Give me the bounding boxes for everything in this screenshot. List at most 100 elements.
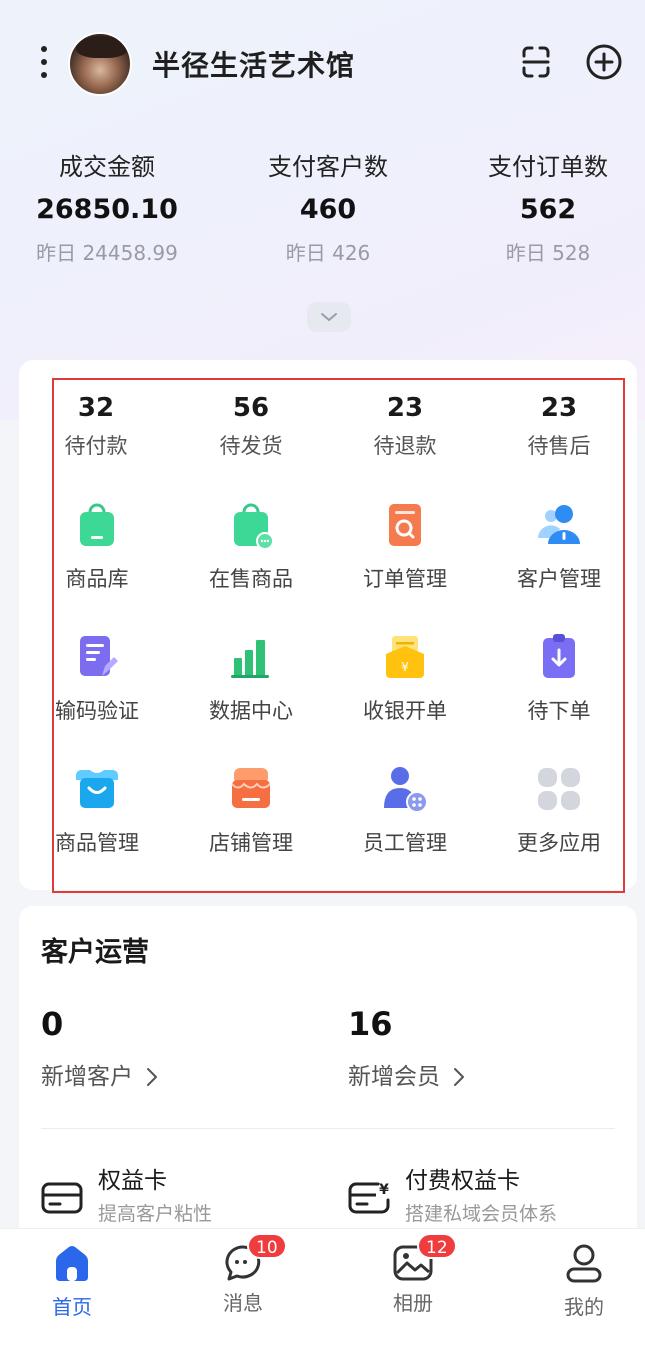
app-label: 在售商品 bbox=[209, 567, 293, 591]
stat-value: 26850.10 bbox=[36, 194, 178, 225]
cashier-wallet-icon: ¥ bbox=[386, 636, 424, 678]
stat-paid-orders[interactable]: 支付订单数 562 昨日 528 bbox=[448, 150, 645, 268]
home-icon bbox=[56, 1246, 88, 1281]
stat-value: 460 bbox=[299, 194, 357, 225]
new-customers-label: 新增客户 bbox=[41, 1064, 133, 1090]
app-product-management[interactable]: 商品管理 bbox=[22, 764, 172, 858]
svg-text:¥: ¥ bbox=[379, 1182, 389, 1198]
todo-pending-payment[interactable]: 32 待付款 bbox=[26, 390, 166, 462]
album-badge: 12 bbox=[417, 1233, 457, 1259]
app-label: 店铺管理 bbox=[209, 831, 293, 855]
plus-circle-icon[interactable] bbox=[584, 42, 624, 82]
more-apps-icon bbox=[538, 768, 580, 810]
feature-subtitle: 搭建私域会员体系 bbox=[405, 1203, 558, 1225]
stat-yesterday: 昨日 426 bbox=[285, 241, 371, 265]
tab-messages[interactable]: 10 消息 bbox=[193, 1233, 293, 1317]
new-customers-stat[interactable]: 0 新增客户 bbox=[41, 1004, 301, 1094]
stat-transaction-amount[interactable]: 成交金额 26850.10 昨日 24458.99 bbox=[7, 150, 207, 268]
tab-home[interactable]: 首页 bbox=[22, 1241, 122, 1321]
app-label: 更多应用 bbox=[517, 831, 601, 855]
message-badge: 10 bbox=[247, 1233, 287, 1259]
app-order-management[interactable]: 订单管理 bbox=[330, 500, 480, 594]
app-pending-order[interactable]: 待下单 bbox=[484, 632, 634, 726]
new-customers-value: 0 bbox=[41, 1005, 64, 1043]
bar-chart-icon bbox=[231, 640, 269, 678]
app-on-sale[interactable]: 在售商品 bbox=[176, 500, 326, 594]
divider bbox=[41, 1128, 615, 1129]
stat-label: 成交金额 bbox=[59, 153, 155, 181]
sales-stats: 成交金额 26850.10 昨日 24458.99 支付客户数 460 昨日 4… bbox=[0, 150, 645, 280]
message-icon-wrap: 10 bbox=[221, 1233, 287, 1285]
clipboard-download-icon bbox=[543, 634, 575, 678]
expand-stats-button[interactable] bbox=[307, 302, 351, 332]
code-verify-icon bbox=[80, 636, 118, 676]
bottom-tab-bar: 首页 10 消息 12 相册 我的 bbox=[0, 1228, 645, 1347]
top-header: 半径生活艺术馆 bbox=[0, 28, 645, 98]
card-icon bbox=[41, 1182, 83, 1214]
album-icon-wrap: 12 bbox=[391, 1233, 457, 1285]
feature-title: 付费权益卡 bbox=[405, 1168, 520, 1194]
new-members-stat[interactable]: 16 新增会员 bbox=[348, 1004, 608, 1094]
todo-label: 待退款 bbox=[373, 434, 437, 458]
app-staff-management[interactable]: 员工管理 bbox=[330, 764, 480, 858]
new-members-link[interactable]: 新增会员 bbox=[348, 1060, 608, 1094]
shopping-bag-icon bbox=[80, 503, 114, 546]
tab-profile[interactable]: 我的 bbox=[534, 1241, 634, 1321]
stat-label: 支付客户数 bbox=[268, 153, 388, 181]
app-label: 商品库 bbox=[65, 567, 129, 591]
stat-value: 562 bbox=[519, 194, 577, 225]
svg-text:¥: ¥ bbox=[401, 660, 409, 674]
todo-pending-shipment[interactable]: 56 待发货 bbox=[181, 390, 321, 462]
store-avatar[interactable] bbox=[68, 32, 132, 96]
stat-label: 支付订单数 bbox=[488, 153, 608, 181]
todo-pending-aftersale[interactable]: 23 待售后 bbox=[489, 390, 629, 462]
app-product-library[interactable]: 商品库 bbox=[22, 500, 172, 594]
app-store-management[interactable]: 店铺管理 bbox=[176, 764, 326, 858]
tab-label: 我的 bbox=[564, 1295, 604, 1319]
new-customers-link[interactable]: 新增客户 bbox=[41, 1060, 301, 1094]
staff-icon bbox=[384, 767, 428, 813]
more-vertical-icon[interactable] bbox=[36, 44, 52, 80]
stat-yesterday: 昨日 24458.99 bbox=[36, 241, 178, 265]
tab-label: 消息 bbox=[223, 1291, 263, 1315]
tab-album[interactable]: 12 相册 bbox=[363, 1233, 463, 1317]
todo-label: 待售后 bbox=[527, 434, 591, 458]
todo-label: 待发货 bbox=[219, 434, 283, 458]
app-label: 订单管理 bbox=[363, 567, 447, 591]
app-label: 收银开单 bbox=[363, 699, 447, 723]
feature-benefit-card[interactable]: 权益卡 提高客户粘性 bbox=[41, 1164, 321, 1234]
feature-paid-benefit-card[interactable]: ¥ 付费权益卡 搭建私域会员体系 bbox=[348, 1164, 628, 1234]
app-cashier[interactable]: ¥ 收银开单 bbox=[330, 632, 480, 726]
chevron-down-icon bbox=[321, 313, 337, 321]
app-code-verification[interactable]: 输码验证 bbox=[22, 632, 172, 726]
todo-count: 23 bbox=[386, 393, 424, 423]
storefront-icon bbox=[231, 768, 271, 808]
todo-count: 32 bbox=[77, 393, 115, 423]
stat-paying-customers[interactable]: 支付客户数 460 昨日 426 bbox=[228, 150, 428, 268]
todo-pending-refund[interactable]: 23 待退款 bbox=[335, 390, 475, 462]
todo-label: 待付款 bbox=[64, 434, 128, 458]
feature-title: 权益卡 bbox=[98, 1168, 167, 1194]
chevron-right-icon bbox=[454, 1068, 464, 1086]
customers-icon bbox=[538, 505, 580, 544]
app-label: 客户管理 bbox=[517, 567, 601, 591]
chevron-right-icon bbox=[147, 1068, 157, 1086]
app-label: 员工管理 bbox=[363, 831, 447, 855]
todo-count: 23 bbox=[540, 393, 578, 423]
bag-on-sale-icon bbox=[234, 503, 274, 550]
feature-subtitle: 提高客户粘性 bbox=[98, 1203, 213, 1225]
app-data-center[interactable]: 数据中心 bbox=[176, 632, 326, 726]
app-label: 商品管理 bbox=[55, 831, 139, 855]
paid-card-icon: ¥ bbox=[348, 1182, 390, 1214]
tab-label: 首页 bbox=[52, 1295, 92, 1319]
basket-icon bbox=[76, 770, 118, 808]
app-label: 待下单 bbox=[527, 699, 591, 723]
todo-count: 56 bbox=[232, 393, 270, 423]
app-more-apps[interactable]: 更多应用 bbox=[484, 764, 634, 858]
profile-icon bbox=[566, 1244, 602, 1283]
store-name[interactable]: 半径生活艺术馆 bbox=[152, 44, 355, 84]
section-title: 客户运营 bbox=[41, 937, 149, 968]
stat-yesterday: 昨日 528 bbox=[505, 241, 591, 265]
scan-icon[interactable] bbox=[516, 42, 556, 82]
app-customer-management[interactable]: 客户管理 bbox=[484, 500, 634, 594]
